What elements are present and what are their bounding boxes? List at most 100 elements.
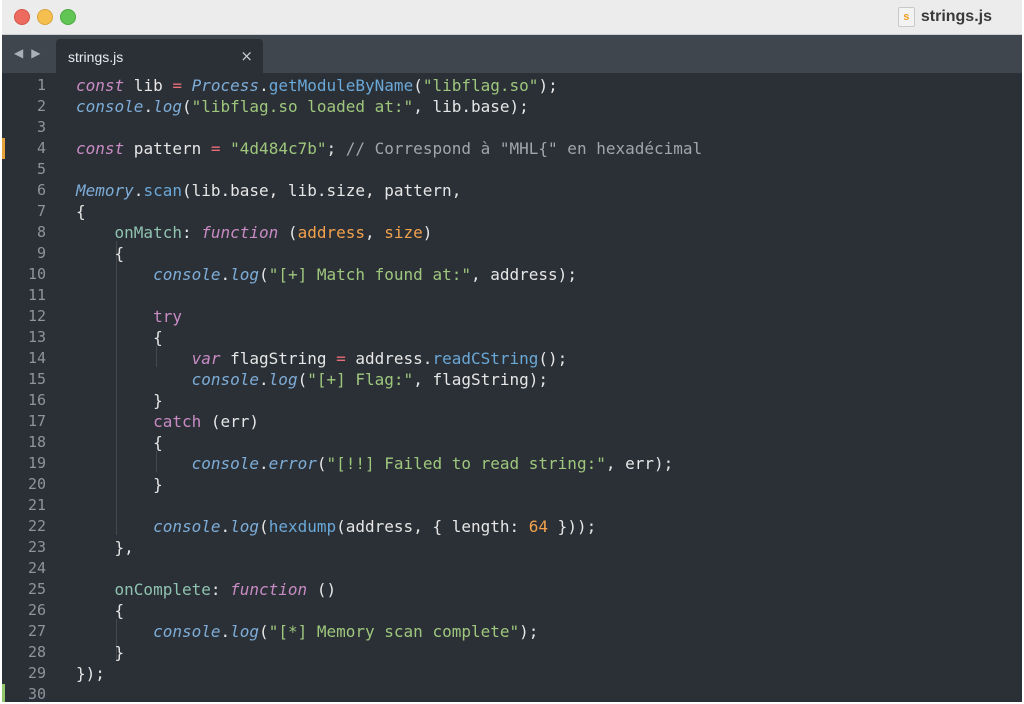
code-token: "4d484c7b" [230, 139, 327, 158]
tab-bar: ◀ ▶ strings.js × [2, 35, 1022, 73]
code-line[interactable]: 12 try [2, 306, 1022, 327]
code-line[interactable]: 14 var flagString = address.readCString(… [2, 348, 1022, 369]
line-number: 3 [36, 118, 46, 136]
code-text: { [76, 600, 125, 621]
code-text: catch (err) [76, 411, 259, 432]
code-text: { [76, 243, 125, 264]
line-number: 18 [27, 433, 46, 451]
line-number: 29 [27, 664, 46, 682]
code-line[interactable]: 21 [2, 495, 1022, 516]
code-text: console.log("[+] Flag:", flagString); [76, 369, 548, 390]
line-number: 30 [27, 685, 46, 702]
line-number: 22 [27, 517, 46, 535]
code-line[interactable]: 9 { [2, 243, 1022, 264]
code-line[interactable]: 27 console.log("[*] Memory scan complete… [2, 621, 1022, 642]
line-number: 24 [27, 559, 46, 577]
code-line[interactable]: 26 { [2, 600, 1022, 621]
code-token: { [76, 328, 163, 347]
code-token: . [259, 370, 269, 389]
code-line[interactable]: 1 const lib = Process.getModuleByName("li… [2, 75, 1022, 96]
line-number: 25 [27, 580, 46, 598]
code-line[interactable]: 30 [2, 684, 1022, 702]
code-token: log [230, 265, 260, 284]
code-token: onMatch [114, 223, 182, 242]
code-token: scan [143, 181, 182, 200]
code-token: "libflag.so" [422, 76, 539, 95]
code-token: (); [538, 349, 568, 368]
code-token: }, [76, 538, 134, 557]
code-token: catch [153, 412, 202, 431]
code-token: try [153, 307, 182, 326]
code-token: ( [297, 370, 308, 389]
tab-label: strings.js [68, 49, 124, 65]
code-line[interactable]: 19 console.error("[!!] Failed to read st… [2, 453, 1022, 474]
code-token: error [268, 454, 317, 473]
line-number: 1 [36, 76, 46, 94]
code-text: } [76, 642, 125, 663]
code-token: } [76, 643, 125, 662]
back-arrow-icon[interactable]: ◀ [14, 46, 23, 60]
code-line[interactable]: 13 { [2, 327, 1022, 348]
code-line[interactable]: 2 console.log("libflag.so loaded at:", li… [2, 96, 1022, 117]
code-line[interactable]: 10 console.log("[+] Match found at:", ad… [2, 264, 1022, 285]
code-line[interactable]: 15 console.log("[+] Flag:", flagString); [2, 369, 1022, 390]
code-token: (address, { length: [336, 517, 529, 536]
code-token: } [76, 391, 163, 410]
forward-arrow-icon[interactable]: ▶ [31, 46, 40, 60]
line-number: 4 [36, 139, 46, 157]
code-token: , [365, 223, 385, 242]
code-line[interactable]: 6 Memory.scan(lib.base, lib.size, pattern… [2, 180, 1022, 201]
code-token: , err); [605, 454, 674, 473]
window-title-group: s strings.js [897, 6, 992, 28]
code-line[interactable]: 8 onMatch: function (address, size) [2, 222, 1022, 243]
code-line[interactable]: 18 { [2, 432, 1022, 453]
code-text: console.log("[*] Memory scan complete"); [76, 621, 538, 642]
tab-strings-js[interactable]: strings.js × [56, 39, 263, 73]
code-token: function [201, 223, 279, 242]
code-token: log [268, 370, 298, 389]
code-line[interactable]: 22 console.log(hexdump(address, { length… [2, 516, 1022, 537]
line-number: 13 [27, 328, 46, 346]
code-line[interactable]: 3 [2, 117, 1022, 138]
line-number: 23 [27, 538, 46, 556]
code-token: . [220, 265, 231, 284]
code-text: } [76, 474, 163, 495]
code-line[interactable]: 25 onComplete: function () [2, 579, 1022, 600]
code-token: function [230, 580, 308, 599]
code-token: // Correspond à "MHL{" en hexadécimal [345, 139, 703, 158]
code-line[interactable]: 17 catch (err) [2, 411, 1022, 432]
tab-close-icon[interactable]: × [240, 47, 253, 65]
code-line[interactable]: 23 }, [2, 537, 1022, 558]
zoom-window-button[interactable] [60, 9, 76, 25]
code-line[interactable]: 7{ [2, 201, 1022, 222]
code-line[interactable]: 24 [2, 558, 1022, 579]
code-token: = [210, 139, 221, 158]
code-line[interactable]: 20 } [2, 474, 1022, 495]
code-line[interactable]: 11 [2, 285, 1022, 306]
code-text: console.log("libflag.so loaded at:", lib… [76, 96, 529, 117]
code-line[interactable]: 29}); [2, 663, 1022, 684]
code-editor[interactable]: 1 const lib = Process.getModuleByName("li… [2, 73, 1022, 702]
code-token: address [297, 223, 365, 242]
code-token: size [384, 223, 423, 242]
code-token: "[+] Flag:" [307, 370, 414, 389]
code-line[interactable]: 4 const pattern = "4d484c7b"; // Correspo… [2, 138, 1022, 159]
code-token: () [307, 580, 337, 599]
code-token: console [76, 97, 144, 116]
line-number: 21 [27, 496, 46, 514]
code-text: const lib = Process.getModuleByName("lib… [76, 75, 558, 96]
line-number: 6 [36, 181, 46, 199]
line-number: 20 [27, 475, 46, 493]
code-line[interactable]: 5 [2, 159, 1022, 180]
code-text: { [76, 201, 86, 222]
code-line[interactable]: 28 } [2, 642, 1022, 663]
code-line[interactable]: 16 } [2, 390, 1022, 411]
close-window-button[interactable] [14, 9, 30, 25]
minimize-window-button[interactable] [37, 9, 53, 25]
line-number: 19 [27, 454, 46, 472]
code-token: log [153, 97, 182, 116]
